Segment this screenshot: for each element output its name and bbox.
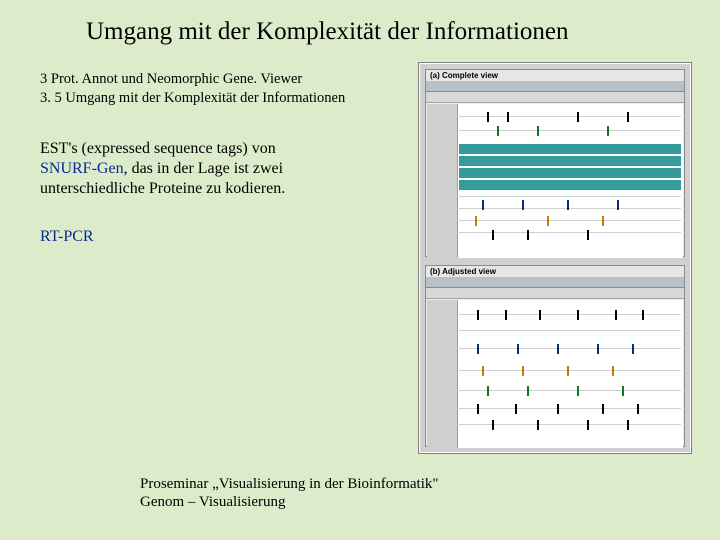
outline-line-1: 3 Prot. Annot und Neomorphic Gene. Viewe… (40, 70, 400, 88)
panel-a-tracks (427, 104, 683, 258)
figure-panel-b: (b) Adjusted view (425, 265, 685, 447)
outline-line-2: 3. 5 Umgang mit der Komplexität der Info… (40, 89, 400, 107)
para-tail-1: , das in der Lage ist zwei (124, 160, 284, 177)
panel-b-toolbar (426, 288, 684, 299)
paragraph-est: EST's (expressed sequence tags) von SNUR… (40, 139, 400, 199)
panel-b-caption: (b) Adjusted view (426, 266, 684, 277)
figure-panel-a: (a) Complete view (425, 69, 685, 257)
panel-a-sidebar (427, 104, 458, 258)
para-tail-2: unterschiedliche Proteine zu kodieren. (40, 180, 285, 197)
body-text: 3 Prot. Annot und Neomorphic Gene. Viewe… (40, 70, 400, 247)
panel-b-sidebar (427, 300, 458, 448)
panel-a-toolbar (426, 92, 684, 103)
panel-b-titlebar (426, 277, 684, 288)
panel-b-tracks (427, 300, 683, 448)
snurf-gen-term: SNURF-Gen (40, 160, 124, 177)
footer-line-1: Proseminar „Visualisierung in der Bioinf… (140, 475, 439, 494)
slide: Umgang mit der Komplexität der Informati… (0, 0, 720, 540)
para-lead: EST's (expressed sequence tags) von (40, 140, 276, 157)
footer-line-2: Genom – Visualisierung (140, 493, 439, 512)
rt-pcr-label: RT-PCR (40, 227, 400, 247)
gene-viewer-figure: (a) Complete view (418, 62, 692, 454)
footer: Proseminar „Visualisierung in der Bioinf… (140, 475, 439, 513)
panel-a-titlebar (426, 81, 684, 92)
panel-a-caption: (a) Complete view (426, 70, 684, 81)
slide-title: Umgang mit der Komplexität der Informati… (86, 18, 690, 46)
